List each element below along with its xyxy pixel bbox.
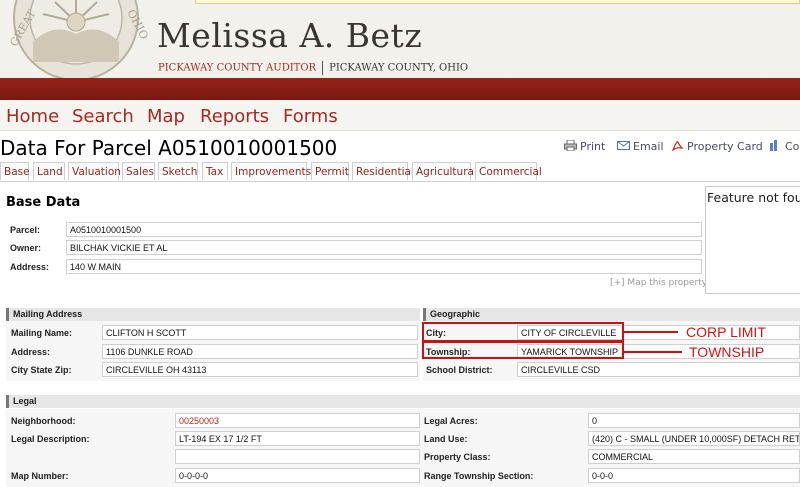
tab-base[interactable]: Base (0, 162, 30, 180)
township-pointer (624, 351, 682, 353)
corp-limit-pointer (624, 331, 678, 333)
base-data-heading: Base Data (6, 195, 81, 210)
nav-map[interactable]: Map (147, 106, 185, 127)
nav-forms[interactable]: Forms (283, 106, 338, 127)
map-property-link[interactable]: [+] Map this property. (610, 278, 709, 288)
parcel-label: Parcel: (10, 225, 41, 235)
owner-label: Owner: (10, 243, 42, 253)
pdf-icon (671, 141, 684, 151)
office-label: PICKAWAY COUNTY AUDITOR (158, 62, 317, 74)
more-button[interactable]: Co (769, 140, 799, 153)
printer-icon (564, 140, 577, 151)
auditor-name: Melissa A. Betz (157, 16, 423, 55)
auditor-subtitle: PICKAWAY COUNTY AUDITOR PICKAWAY COUNTY, … (158, 61, 468, 75)
mailing-csz-value: CIRCLEVILLE OH 43113 (102, 362, 418, 377)
mailing-csz-label: City State Zip: (11, 365, 72, 375)
chart-icon (770, 140, 777, 151)
tab-commercial[interactable]: Commercial (475, 162, 542, 180)
legal-heading: Legal (6, 395, 800, 408)
ohio-seal-logo: GREAT OHIO (7, 0, 149, 78)
map-number-label: Map Number: (11, 471, 69, 481)
city-highlight-box (422, 322, 624, 342)
parcel-value: A0510010001500 (66, 222, 702, 237)
tab-divider (0, 181, 800, 182)
header-red-bar (0, 78, 800, 100)
township-annotation: TOWNSHIP (689, 344, 765, 360)
property-card-button[interactable]: Property Card (671, 140, 763, 153)
address-value: 140 W MAIN (66, 259, 702, 274)
property-card-label: Property Card (687, 140, 763, 153)
map-message: Feature not fou (707, 190, 800, 205)
neighborhood-value[interactable]: 00250003 (175, 413, 420, 428)
notice-bar (195, 0, 800, 4)
land-use-label: Land Use: (424, 434, 468, 444)
legal-acres-label: Legal Acres: (424, 416, 478, 426)
land-use-value: (420) C - SMALL (UNDER 10,000SF) DETACH … (588, 431, 800, 446)
nav-home[interactable]: Home (6, 106, 59, 127)
email-label: Email (633, 140, 664, 153)
tab-improvements[interactable]: Improvements (231, 162, 311, 180)
neighborhood-label: Neighborhood: (11, 416, 76, 426)
geographic-heading: Geographic (423, 308, 800, 321)
legal-description-extra (175, 449, 420, 464)
corp-limit-annotation: CORP LIMIT (686, 324, 766, 340)
tab-residential[interactable]: Residential (352, 162, 414, 180)
mailing-address-value: 1106 DUNKLE ROAD (102, 344, 418, 359)
more-label: Co (785, 140, 800, 153)
owner-value: BILCHAK VICKIE ET AL (66, 240, 702, 255)
property-class-label: Property Class: (424, 452, 491, 462)
legal-description-value: LT-194 EX 17 1/2 FT (175, 431, 420, 446)
mailing-name-value: CLIFTON H SCOTT (102, 325, 418, 340)
page-title: Data For Parcel A0510010001500 (0, 136, 338, 160)
tab-agricultural[interactable]: Agricultural (412, 162, 477, 180)
legal-description-label: Legal Description: (11, 434, 90, 444)
mailing-address-label: Address: (11, 347, 51, 357)
base-data-panel: Parcel: A0510010001500 Owner: BILCHAK VI… (6, 218, 703, 278)
tab-sales[interactable]: Sales (122, 162, 155, 180)
county-label: PICKAWAY COUNTY, OHIO (329, 62, 469, 74)
print-label: Print (580, 140, 606, 153)
nav-reports[interactable]: Reports (200, 106, 269, 127)
legal-acres-value: 0 (588, 413, 800, 428)
township-highlight-box (422, 341, 624, 359)
nav-search[interactable]: Search (72, 106, 134, 127)
mailing-name-label: Mailing Name: (11, 328, 73, 338)
print-button[interactable]: Print (564, 140, 605, 153)
property-class-value: COMMERCIAL (588, 449, 800, 464)
envelope-icon (617, 141, 630, 150)
tab-sketch[interactable]: Sketch (158, 162, 198, 180)
map-number-value: 0-0-0-0 (175, 468, 420, 483)
tab-permit[interactable]: Permit (311, 162, 349, 180)
mailing-heading: Mailing Address (6, 308, 420, 321)
tab-tax[interactable]: Tax (202, 162, 228, 180)
range-township-section-label: Range Township Section: (424, 471, 534, 481)
tab-valuation[interactable]: Valuation (68, 162, 121, 180)
school-district-value: CIRCLEVILLE CSD (517, 362, 800, 377)
range-township-section-value: 0-0-0 (588, 468, 800, 483)
email-button[interactable]: Email (617, 140, 664, 153)
address-label: Address: (10, 262, 50, 272)
school-district-label: School District: (426, 365, 493, 375)
tab-land[interactable]: Land (33, 162, 65, 180)
